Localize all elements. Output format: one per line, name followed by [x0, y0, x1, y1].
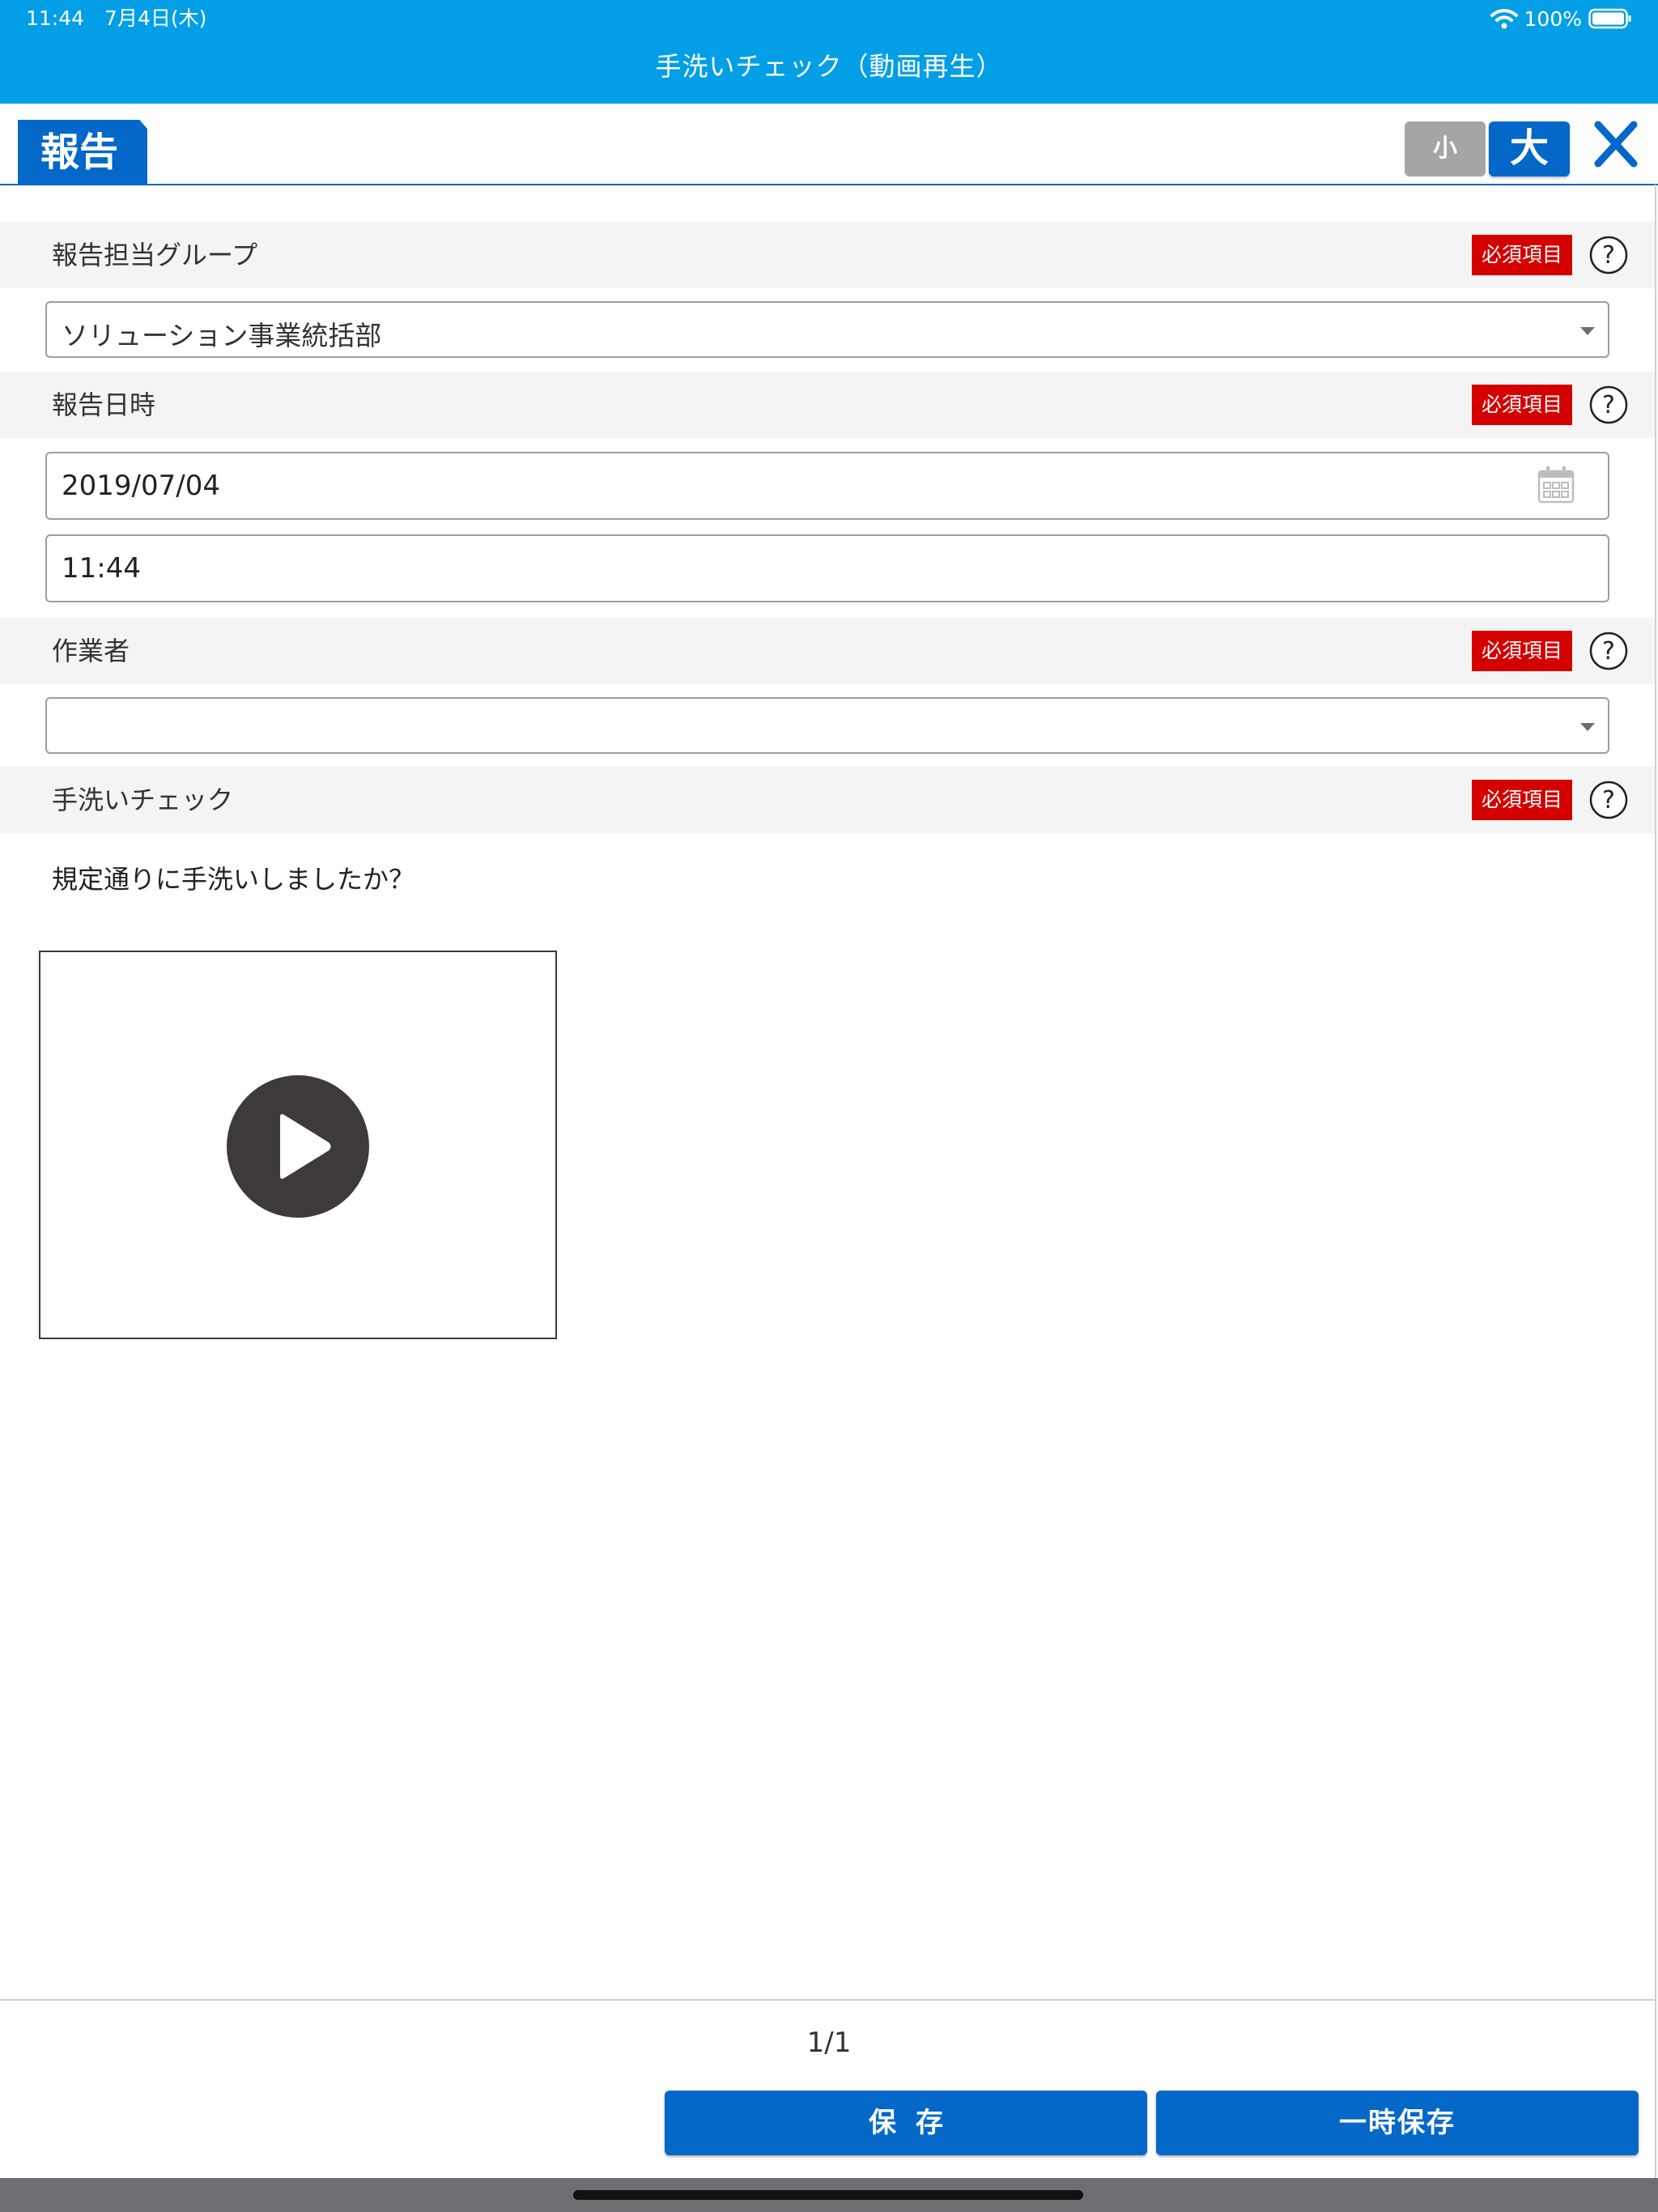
section-header-handwash: 手洗いチェック 必須項目 ?	[0, 767, 1655, 833]
help-icon[interactable]: ?	[1588, 780, 1629, 820]
section-header-group: 報告担当グループ 必須項目 ?	[0, 222, 1655, 288]
section-header-worker: 作業者 必須項目 ?	[0, 618, 1655, 684]
section-label-worker: 作業者	[52, 636, 130, 666]
font-size-small-button[interactable]: 小	[1405, 121, 1486, 177]
temporary-save-button[interactable]: 一時保存	[1156, 2091, 1639, 2155]
required-badge: 必須項目	[1472, 780, 1572, 820]
close-icon[interactable]	[1592, 118, 1640, 170]
time-value: 11:44	[62, 552, 141, 585]
save-button[interactable]: 保存	[665, 2091, 1147, 2155]
video-player[interactable]	[39, 951, 557, 1339]
top-bar: 11:44 7月4日(木) 100% 手洗いチェック（動画再生）	[0, 0, 1658, 104]
section-header-datetime: 報告日時 必須項目 ?	[0, 372, 1655, 438]
svg-text:?: ?	[1602, 637, 1615, 666]
battery-percent: 100%	[1524, 6, 1582, 31]
battery-icon	[1588, 8, 1631, 29]
svg-text:?: ?	[1602, 786, 1615, 815]
dropdown-caret-icon	[1580, 723, 1595, 731]
date-input[interactable]: 2019/07/04	[45, 452, 1609, 520]
required-badge: 必須項目	[1472, 385, 1572, 425]
screen-title: 手洗いチェック（動画再生）	[655, 51, 1003, 82]
wifi-icon	[1490, 9, 1518, 29]
group-select[interactable]: ソリューション事業統括部	[45, 301, 1609, 358]
section-label-group: 報告担当グループ	[52, 240, 258, 270]
group-select-value: ソリューション事業統括部	[62, 320, 382, 351]
section-label-datetime: 報告日時	[52, 389, 156, 420]
play-icon[interactable]	[227, 1075, 369, 1218]
status-time: 11:44 7月4日(木)	[26, 6, 207, 30]
required-badge: 必須項目	[1472, 631, 1572, 671]
help-icon[interactable]: ?	[1588, 235, 1629, 275]
svg-text:?: ?	[1602, 241, 1615, 270]
home-indicator[interactable]	[573, 2190, 1083, 2200]
footer-divider	[0, 1999, 1655, 2001]
help-icon[interactable]: ?	[1588, 385, 1629, 425]
header-divider	[0, 184, 1658, 185]
date-value: 2019/07/04	[62, 470, 220, 502]
home-indicator-area	[0, 2178, 1658, 2212]
help-icon[interactable]: ?	[1588, 631, 1629, 671]
section-label-handwash: 手洗いチェック	[52, 785, 234, 815]
status-indicators: 100%	[1490, 6, 1632, 31]
font-size-large-button[interactable]: 大	[1489, 121, 1570, 177]
time-input[interactable]: 11:44	[45, 534, 1609, 602]
svg-text:?: ?	[1602, 391, 1615, 419]
dropdown-caret-icon	[1580, 327, 1595, 335]
content-edge	[1655, 185, 1656, 2178]
handwash-question: 規定通りに手洗いしましたか？	[52, 864, 415, 895]
worker-select[interactable]	[45, 697, 1609, 754]
required-badge: 必須項目	[1472, 235, 1572, 275]
page-indicator: 1/1	[806, 2027, 852, 2059]
report-tab[interactable]: 報告	[18, 120, 147, 185]
calendar-icon[interactable]	[1537, 465, 1575, 505]
